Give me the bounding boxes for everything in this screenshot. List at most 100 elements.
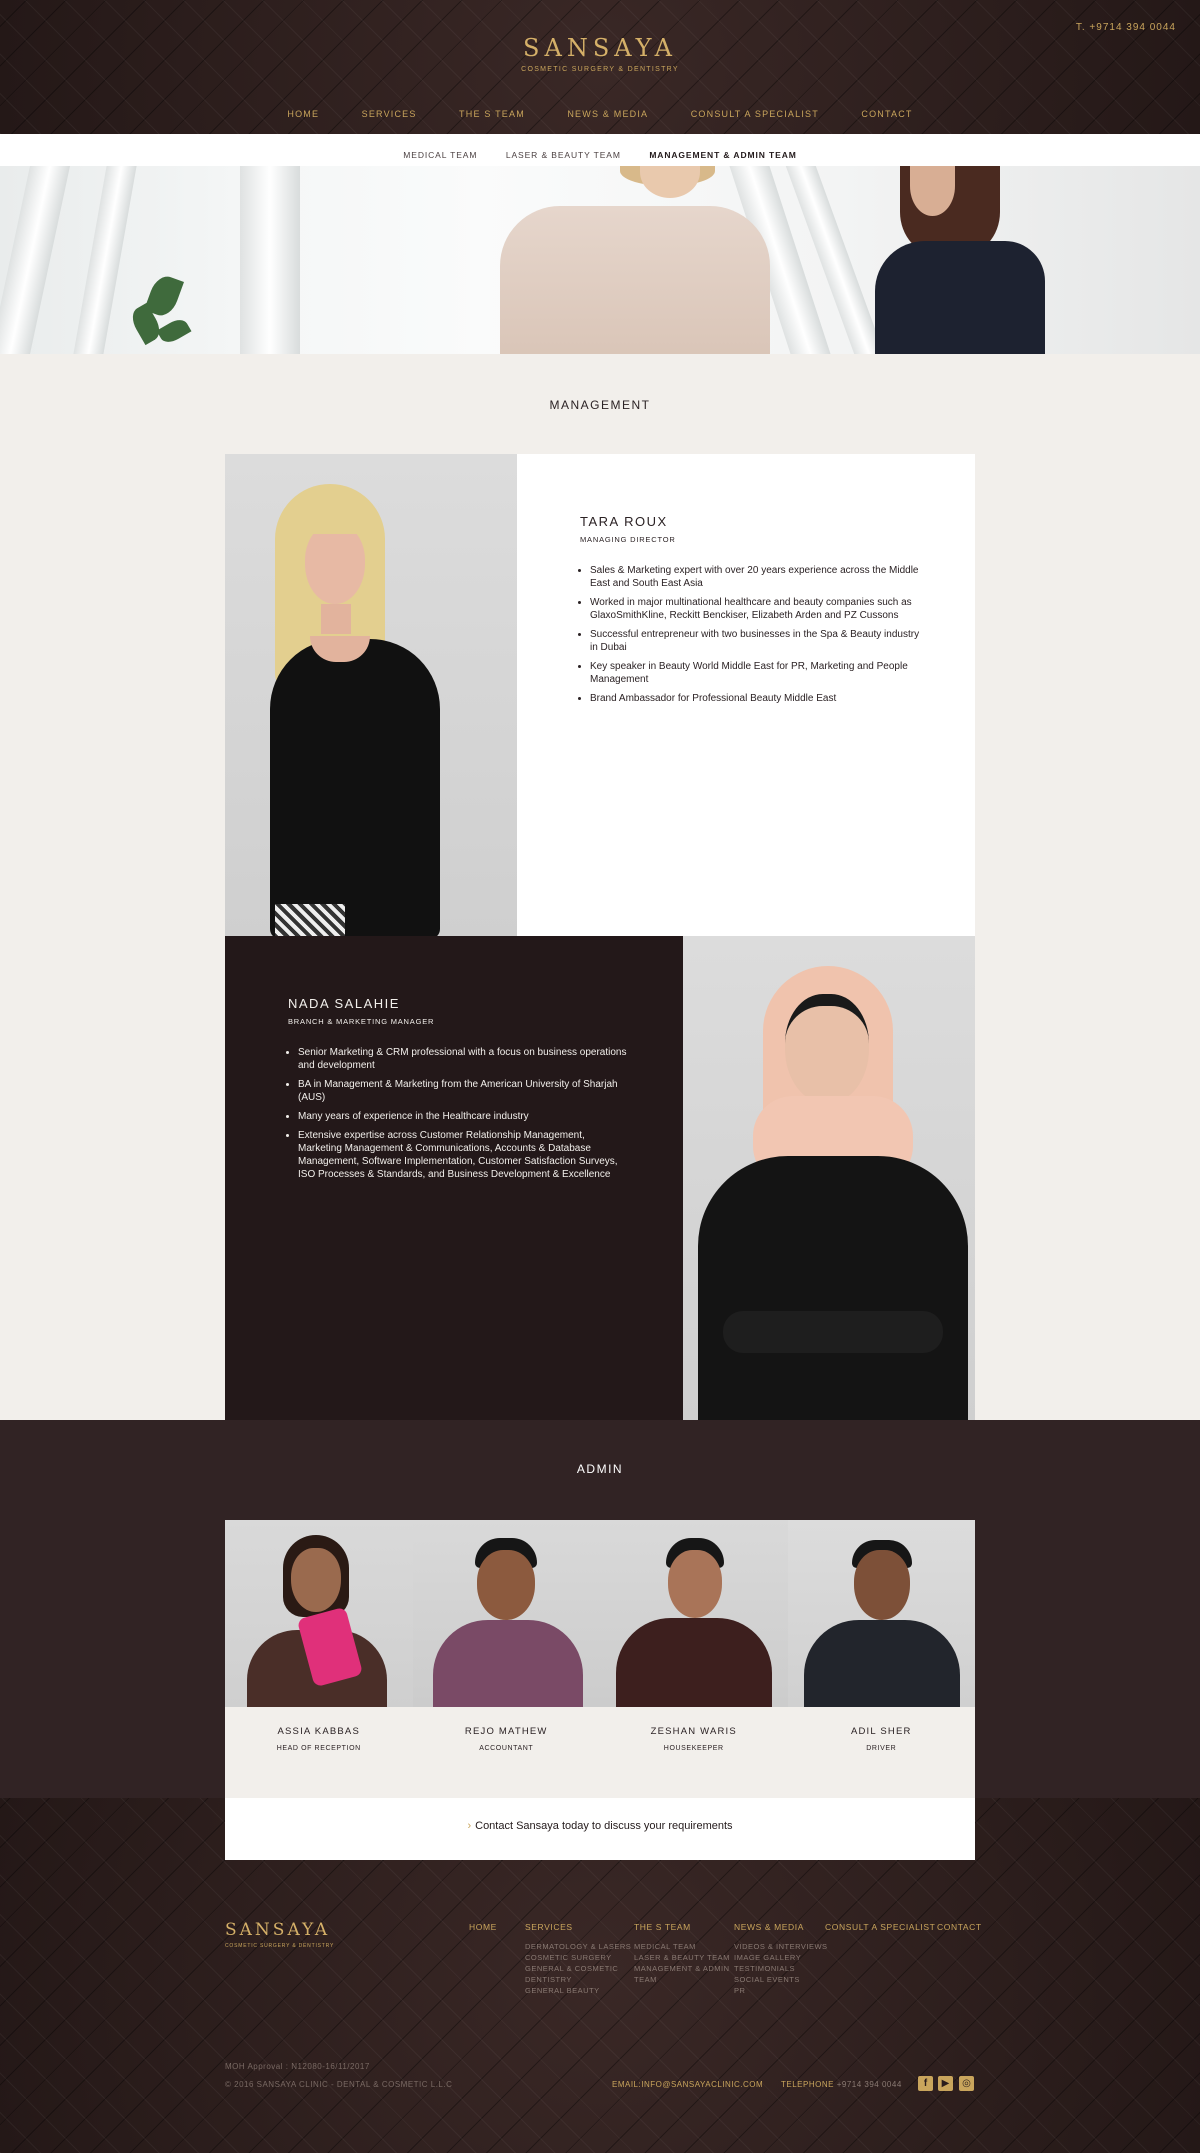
footer-news-list: VIDEOS & INTERVIEWS IMAGE GALLERY TESTIM… <box>734 1941 828 1996</box>
contact-cta-link[interactable]: › Contact Sansaya today to discuss your r… <box>225 1798 975 1860</box>
footer-link[interactable]: COSMETIC SURGERY <box>525 1952 631 1963</box>
admin-grid: ASSIA KABBAS HEAD OF RECEPTION REJO MATH… <box>225 1520 975 1798</box>
footer-link[interactable]: IMAGE GALLERY <box>734 1952 828 1963</box>
admin-name: REJO MATHEW <box>464 1726 548 1737</box>
site-header: T. +9714 394 0044 SANSAYA COSMETIC SURGE… <box>0 0 1200 134</box>
instagram-icon[interactable]: ◎ <box>959 2076 974 2091</box>
footer-link[interactable]: DERMATOLOGY & LASERS <box>525 1941 631 1952</box>
hero-person-top <box>875 241 1045 354</box>
footer-link[interactable]: TESTIMONIALS <box>734 1963 828 1974</box>
youtube-icon[interactable]: ▶ <box>938 2076 953 2091</box>
footer-col-news-media: NEWS & MEDIA VIDEOS & INTERVIEWS IMAGE G… <box>734 1922 828 1996</box>
footer-team-list: MEDICAL TEAM LASER & BEAUTY TEAM MANAGEM… <box>634 1941 730 1985</box>
footer-logo[interactable]: SANSAYA COSMETIC SURGERY & DENTISTRY <box>225 1920 334 1949</box>
bullet-item: Worked in major multinational healthcare… <box>590 596 920 622</box>
admin-card: ASSIA KABBAS HEAD OF RECEPTION <box>225 1520 413 1798</box>
nav-consult-specialist[interactable]: CONSULT A SPECIALIST <box>691 109 819 119</box>
footer-link[interactable]: VIDEOS & INTERVIEWS <box>734 1941 828 1952</box>
footer-col-the-s-team: THE S TEAM MEDICAL TEAM LASER & BEAUTY T… <box>634 1922 730 1985</box>
member-name: NADA SALAHIE <box>288 996 400 1011</box>
shirt <box>432 1620 583 1707</box>
facebook-icon[interactable]: f <box>918 2076 933 2091</box>
nav-services[interactable]: SERVICES <box>362 109 417 119</box>
hero-person-face <box>640 166 700 198</box>
rejo-mathew-photo <box>412 1520 600 1707</box>
admin-role: DRIVER <box>866 1745 897 1752</box>
footer-telephone[interactable]: TELEPHONE +9714 394 0044 <box>781 2080 902 2089</box>
footer-heading-home[interactable]: HOME <box>469 1922 497 1932</box>
admin-role: ACCOUNTANT <box>479 1745 534 1752</box>
admin-name: ASSIA KABBAS <box>277 1726 361 1737</box>
crossed-arms <box>723 1311 943 1353</box>
nav-home[interactable]: HOME <box>287 109 319 119</box>
nada-salahie-photo <box>683 936 975 1420</box>
zeshan-waris-photo <box>600 1520 788 1707</box>
nav-the-s-team[interactable]: THE S TEAM <box>459 109 525 119</box>
header-phone[interactable]: T. +9714 394 0044 <box>1076 22 1176 33</box>
face <box>476 1550 535 1620</box>
bullet-item: Senior Marketing & CRM professional with… <box>298 1046 628 1072</box>
face <box>853 1550 910 1620</box>
admin-title: ADMIN <box>576 1462 624 1476</box>
member-role: MANAGING DIRECTOR <box>580 535 676 544</box>
footer-link[interactable]: DENTISTRY <box>525 1974 631 1985</box>
logo-brand: SANSAYA <box>523 34 677 62</box>
footer-link[interactable]: TEAM <box>634 1974 730 1985</box>
footer-heading-consult-specialist[interactable]: CONSULT A SPECIALIST <box>825 1922 935 1932</box>
assia-kabbas-photo <box>225 1520 413 1707</box>
face <box>668 1550 722 1618</box>
nav-news-media[interactable]: NEWS & MEDIA <box>567 109 648 119</box>
footer-heading-contact[interactable]: CONTACT <box>937 1922 982 1932</box>
face <box>291 1548 341 1612</box>
uniform <box>616 1618 772 1707</box>
footer-link[interactable]: MANAGEMENT & ADMIN <box>634 1963 730 1974</box>
bullet-item: Brand Ambassador for Professional Beauty… <box>590 692 920 705</box>
footer-col-consult: CONSULT A SPECIALIST <box>825 1922 935 1932</box>
patterned-skirt <box>275 904 345 936</box>
hero-plant <box>156 315 192 347</box>
subnav-medical-team[interactable]: MEDICAL TEAM <box>403 150 477 160</box>
site-logo[interactable]: SANSAYA COSMETIC SURGERY & DENTISTRY <box>0 34 1200 73</box>
member-role: BRANCH & MARKETING MANAGER <box>288 1017 435 1026</box>
admin-card: REJO MATHEW ACCOUNTANT <box>412 1520 600 1798</box>
footer-tagline: COSMETIC SURGERY & DENTISTRY <box>225 1943 335 1949</box>
nav-contact[interactable]: CONTACT <box>861 109 912 119</box>
subnav-laser-beauty-team[interactable]: LASER & BEAUTY TEAM <box>506 150 621 160</box>
black-abaya <box>698 1156 968 1420</box>
hero-window-frame <box>0 166 70 354</box>
bullet-item: BA in Management & Marketing from the Am… <box>298 1078 628 1104</box>
main-nav: HOME SERVICES THE S TEAM NEWS & MEDIA CO… <box>0 104 1200 122</box>
footer-email[interactable]: EMAIL:INFO@SANSAYACLINIC.COM <box>612 2080 763 2089</box>
footer-link[interactable]: GENERAL & COSMETIC <box>525 1963 631 1974</box>
footer-link[interactable]: SOCIAL EVENTS <box>734 1974 828 1985</box>
copyright: © 2016 SANSAYA CLINIC - DENTAL & COSMETI… <box>225 2080 453 2089</box>
admin-role: HEAD OF RECEPTION <box>276 1745 361 1752</box>
member-name: TARA ROUX <box>580 514 668 529</box>
footer-link[interactable]: GENERAL BEAUTY <box>525 1985 631 1996</box>
hero-banner-image <box>0 166 1200 354</box>
footer-services-list: DERMATOLOGY & LASERS COSMETIC SURGERY GE… <box>525 1941 631 1996</box>
bullet-item: Successful entrepreneur with two busines… <box>590 628 920 654</box>
face <box>305 524 365 604</box>
telephone-number: +9714 394 0044 <box>836 2080 902 2089</box>
footer-link[interactable]: LASER & BEAUTY TEAM <box>634 1952 730 1963</box>
tara-roux-bio: TARA ROUX MANAGING DIRECTOR Sales & Mark… <box>580 514 920 711</box>
bullet-item: Extensive expertise across Customer Rela… <box>298 1129 628 1181</box>
footer-link[interactable]: PR <box>734 1985 828 1996</box>
footer-link[interactable]: MEDICAL TEAM <box>634 1941 730 1952</box>
bullet-item: Many years of experience in the Healthca… <box>298 1110 628 1123</box>
footer-heading-the-s-team[interactable]: THE S TEAM <box>634 1922 730 1932</box>
adil-sher-photo <box>787 1520 975 1707</box>
admin-card: ADIL SHER DRIVER <box>787 1520 975 1798</box>
cta-text: Contact Sansaya today to discuss your re… <box>475 1820 733 1832</box>
bullet-item: Sales & Marketing expert with over 20 ye… <box>590 564 920 590</box>
moh-approval: MOH Approval : N12080-16/11/2017 <box>225 2062 370 2071</box>
bullet-item: Key speaker in Beauty World Middle East … <box>590 660 920 686</box>
footer-col-home: HOME <box>469 1922 497 1932</box>
footer-heading-news-media[interactable]: NEWS & MEDIA <box>734 1922 828 1932</box>
team-subnav: MEDICAL TEAM LASER & BEAUTY TEAM MANAGEM… <box>0 134 1200 166</box>
neck <box>321 604 351 634</box>
subnav-management-admin-team[interactable]: MANAGEMENT & ADMIN TEAM <box>649 150 796 160</box>
admin-role: HOUSEKEEPER <box>663 1745 724 1752</box>
footer-heading-services[interactable]: SERVICES <box>525 1922 631 1932</box>
